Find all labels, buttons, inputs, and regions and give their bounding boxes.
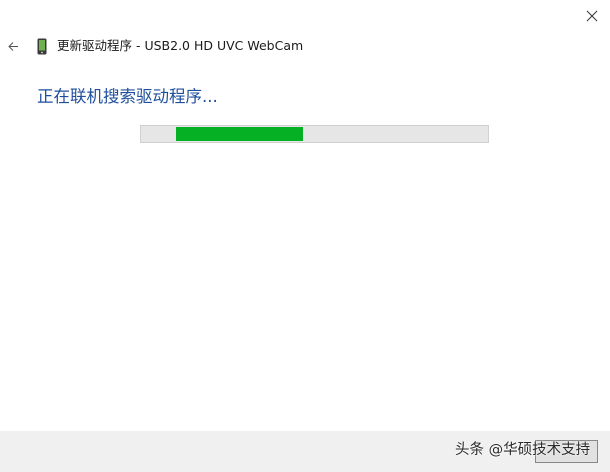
window-title: 更新驱动程序 - USB2.0 HD UVC WebCam [57,38,304,53]
back-button[interactable] [4,36,22,56]
progress-fill [176,127,303,141]
progress-bar [140,125,489,143]
update-driver-window: 更新驱动程序 - USB2.0 HD UVC WebCam 正在联机搜索驱动程序… [0,0,610,472]
phone-device-icon [37,38,47,55]
search-status-heading: 正在联机搜索驱动程序... [37,87,218,106]
close-button[interactable] [578,4,606,28]
close-icon [586,10,598,22]
back-arrow-icon [7,41,18,51]
watermark-text: 头条 @华硕技术支持 [455,442,591,458]
